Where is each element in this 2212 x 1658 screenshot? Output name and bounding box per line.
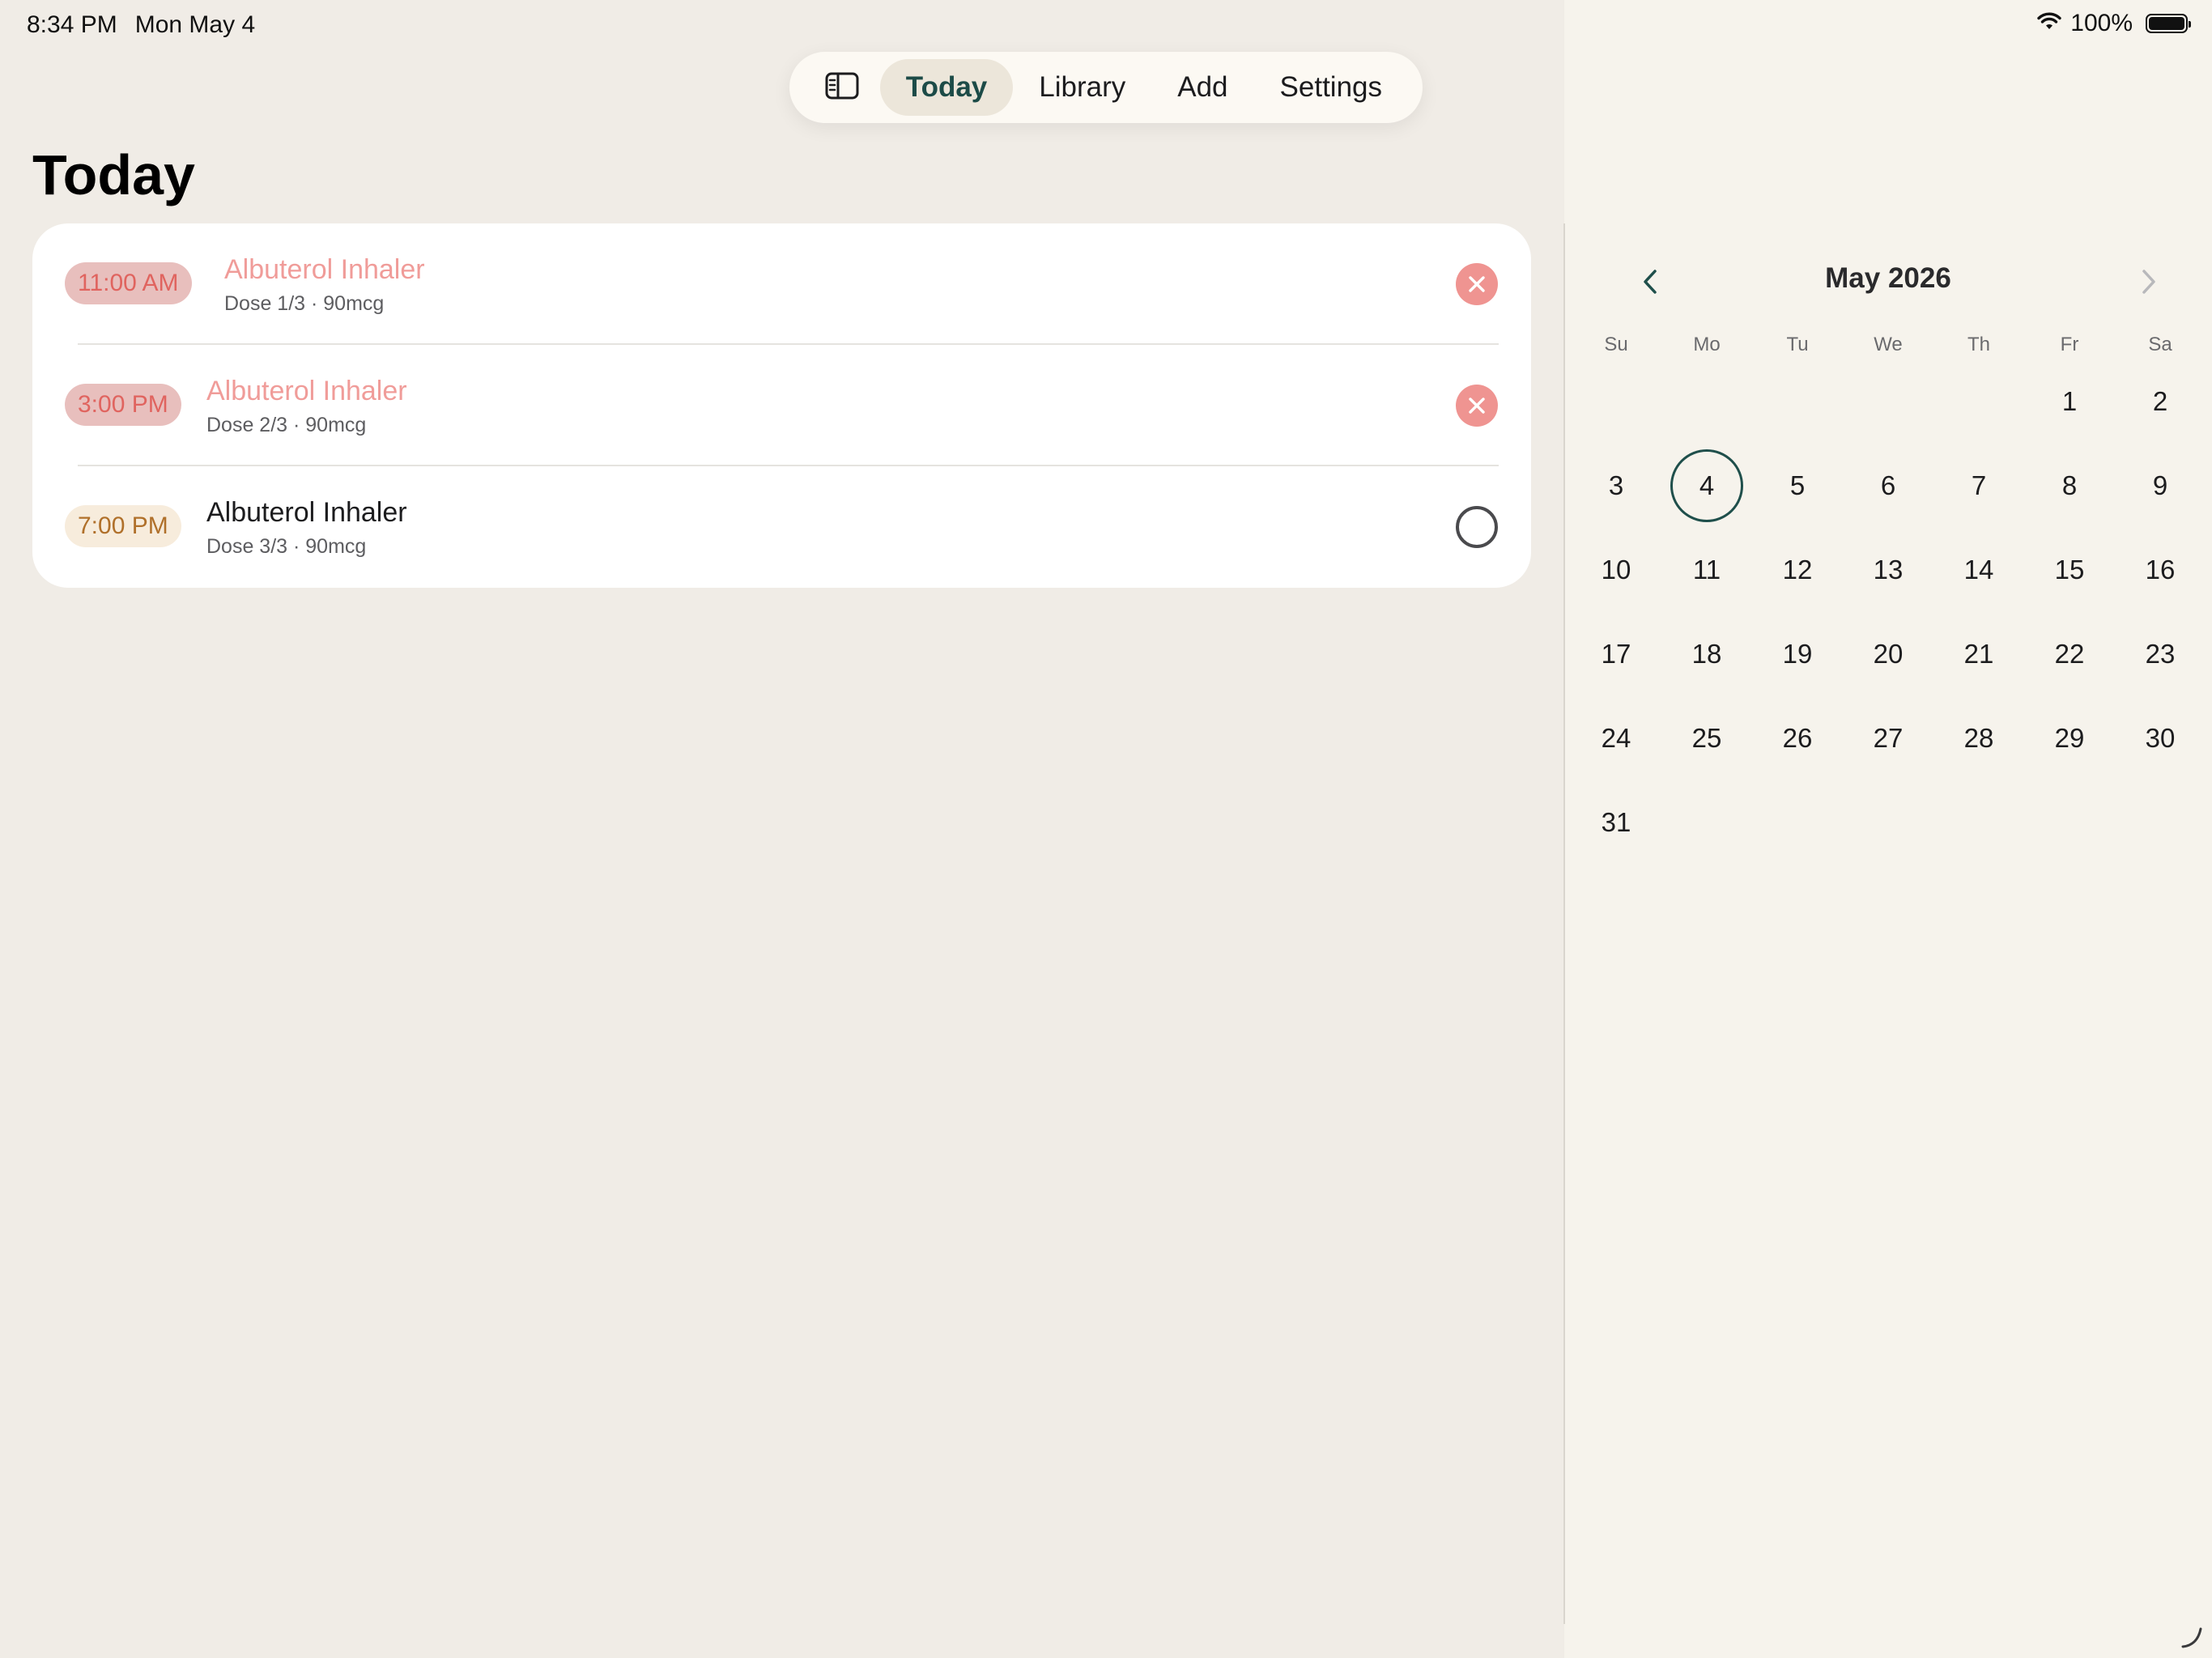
calendar-day[interactable]: 9 bbox=[2124, 449, 2197, 522]
calendar-day[interactable]: 31 bbox=[1580, 786, 1653, 859]
calendar-day[interactable]: 2 bbox=[2124, 365, 2197, 438]
weekday-label: Fr bbox=[2060, 334, 2079, 355]
missed-dose-button[interactable] bbox=[1456, 385, 1498, 427]
dose-row[interactable]: 7:00 PM Albuterol Inhaler Dose 3/3 · 90m… bbox=[32, 466, 1531, 588]
missed-dose-button[interactable] bbox=[1456, 263, 1498, 305]
calendar-day[interactable]: 20 bbox=[1852, 618, 1925, 691]
mark-taken-checkbox[interactable] bbox=[1456, 506, 1498, 548]
calendar-day[interactable]: 28 bbox=[1942, 702, 2015, 775]
dose-time-badge: 3:00 PM bbox=[65, 384, 181, 426]
top-tab-bar: Today Library Add Settings bbox=[789, 52, 1423, 123]
weekday-label: Su bbox=[1604, 334, 1628, 355]
dose-row[interactable]: 11:00 AM Albuterol Inhaler Dose 1/3 · 90… bbox=[32, 223, 1531, 345]
calendar-day[interactable]: 8 bbox=[2033, 449, 2106, 522]
tab-library[interactable]: Library bbox=[1013, 59, 1151, 116]
sidebar-icon bbox=[825, 72, 859, 104]
dose-info: Albuterol Inhaler Dose 2/3 · 90mcg bbox=[206, 376, 407, 437]
dose-info: Albuterol Inhaler Dose 3/3 · 90mcg bbox=[206, 497, 407, 559]
calendar-day[interactable]: 21 bbox=[1942, 618, 2015, 691]
x-mark-icon bbox=[1469, 397, 1485, 414]
dose-detail: Dose 3/3 · 90mcg bbox=[206, 535, 367, 558]
weekday-label: Mo bbox=[1693, 334, 1721, 355]
status-date: Mon May 4 bbox=[134, 11, 256, 38]
tab-today[interactable]: Today bbox=[879, 59, 1014, 116]
x-mark-icon bbox=[1469, 276, 1485, 292]
calendar-day[interactable]: 11 bbox=[1670, 534, 1743, 606]
weekday-label: Tu bbox=[1786, 334, 1809, 355]
wifi-icon bbox=[2036, 10, 2062, 37]
calendar-day[interactable]: 12 bbox=[1761, 534, 1834, 606]
dose-name: Albuterol Inhaler bbox=[206, 376, 407, 406]
dose-row[interactable]: 3:00 PM Albuterol Inhaler Dose 2/3 · 90m… bbox=[32, 345, 1531, 466]
calendar-day[interactable]: 6 bbox=[1852, 449, 1925, 522]
calendar-day[interactable]: 30 bbox=[2124, 702, 2197, 775]
weekday-label: Th bbox=[1967, 334, 1990, 355]
battery-percentage: 100% bbox=[2070, 10, 2133, 36]
calendar-day[interactable]: 29 bbox=[2033, 702, 2106, 775]
dose-detail: Dose 2/3 · 90mcg bbox=[206, 414, 367, 436]
calendar-day[interactable]: 7 bbox=[1942, 449, 2015, 522]
panel-divider bbox=[1563, 223, 1565, 1624]
chevron-right-icon bbox=[2142, 270, 2155, 294]
calendar-day[interactable]: 14 bbox=[1942, 534, 2015, 606]
calendar-day[interactable]: 18 bbox=[1670, 618, 1743, 691]
status-time: 8:34 PM bbox=[27, 11, 117, 38]
calendar-day-selected[interactable]: 4 bbox=[1670, 449, 1743, 522]
dose-time-badge: 7:00 PM bbox=[65, 505, 181, 547]
calendar-day[interactable]: 26 bbox=[1761, 702, 1834, 775]
resize-handle-icon[interactable] bbox=[2180, 1626, 2202, 1648]
weekday-label: Sa bbox=[2148, 334, 2172, 355]
calendar-day[interactable]: 3 bbox=[1580, 449, 1653, 522]
calendar-day[interactable]: 23 bbox=[2124, 618, 2197, 691]
calendar-day[interactable]: 25 bbox=[1670, 702, 1743, 775]
calendar-day[interactable]: 24 bbox=[1580, 702, 1653, 775]
sidebar-toggle-button[interactable] bbox=[804, 58, 880, 117]
calendar-day[interactable]: 19 bbox=[1761, 618, 1834, 691]
dose-detail: Dose 1/3 · 90mcg bbox=[224, 292, 385, 315]
dose-info: Albuterol Inhaler Dose 1/3 · 90mcg bbox=[224, 254, 425, 316]
calendar-day[interactable]: 10 bbox=[1580, 534, 1653, 606]
calendar-header: May 2026 bbox=[1564, 257, 2212, 306]
battery-icon bbox=[2146, 14, 2191, 33]
calendar-day[interactable]: 1 bbox=[2033, 365, 2106, 438]
dose-name: Albuterol Inhaler bbox=[206, 497, 407, 528]
next-month-button[interactable] bbox=[2125, 257, 2173, 306]
status-bar-right: 100% bbox=[2036, 10, 2191, 37]
calendar-day[interactable]: 17 bbox=[1580, 618, 1653, 691]
weekday-label: We bbox=[1874, 334, 1903, 355]
calendar-panel bbox=[1564, 0, 2212, 1658]
calendar-month-title: May 2026 bbox=[1825, 262, 1951, 294]
dose-name: Albuterol Inhaler bbox=[224, 254, 425, 285]
tab-settings[interactable]: Settings bbox=[1254, 59, 1408, 116]
status-bar-left: 8:34 PM Mon May 4 bbox=[27, 11, 255, 39]
calendar-day[interactable]: 5 bbox=[1761, 449, 1834, 522]
app-screen: 8:34 PM Mon May 4 100% Today Library Add… bbox=[0, 0, 2212, 1658]
calendar-day[interactable]: 15 bbox=[2033, 534, 2106, 606]
calendar-day[interactable]: 13 bbox=[1852, 534, 1925, 606]
calendar-day[interactable]: 22 bbox=[2033, 618, 2106, 691]
dose-list: 11:00 AM Albuterol Inhaler Dose 1/3 · 90… bbox=[32, 223, 1531, 588]
dose-time-badge: 11:00 AM bbox=[65, 262, 192, 304]
calendar-day[interactable]: 27 bbox=[1852, 702, 1925, 775]
calendar-day[interactable]: 16 bbox=[2124, 534, 2197, 606]
page-title: Today bbox=[32, 143, 195, 206]
tab-add[interactable]: Add bbox=[1151, 59, 1253, 116]
